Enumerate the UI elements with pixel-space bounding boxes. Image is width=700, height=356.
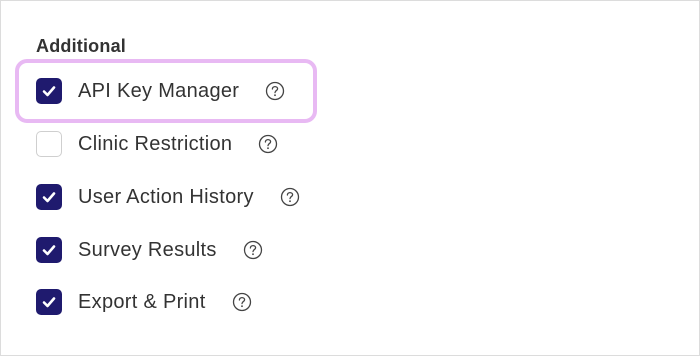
option-clinic-restriction[interactable]: Clinic Restriction [36,129,278,159]
clinic-restriction-checkbox[interactable] [36,131,62,157]
check-icon [42,245,56,256]
question-circle-icon[interactable] [232,292,252,312]
option-survey-results[interactable]: Survey Results [36,235,263,265]
user-action-history-label: User Action History [78,185,254,208]
question-circle-icon[interactable] [265,81,285,101]
question-circle-icon[interactable] [258,134,278,154]
survey-results-checkbox[interactable] [36,237,62,263]
check-icon [42,192,56,203]
permissions-panel: Additional API Key Manager Clinic Restri… [0,0,700,356]
question-circle-icon[interactable] [243,240,263,260]
export-print-label: Export & Print [78,290,206,313]
section-title: Additional [36,36,126,56]
export-print-checkbox[interactable] [36,289,62,315]
option-user-action-history[interactable]: User Action History [36,182,300,212]
option-api-key-manager[interactable]: API Key Manager [36,76,285,106]
survey-results-label: Survey Results [78,238,217,261]
clinic-restriction-label: Clinic Restriction [78,132,233,155]
question-circle-icon[interactable] [280,187,300,207]
api-key-manager-label: API Key Manager [78,79,240,102]
check-icon [42,297,56,308]
api-key-manager-checkbox[interactable] [36,78,62,104]
check-icon [42,86,56,97]
user-action-history-checkbox[interactable] [36,184,62,210]
option-export-print[interactable]: Export & Print [36,287,252,317]
